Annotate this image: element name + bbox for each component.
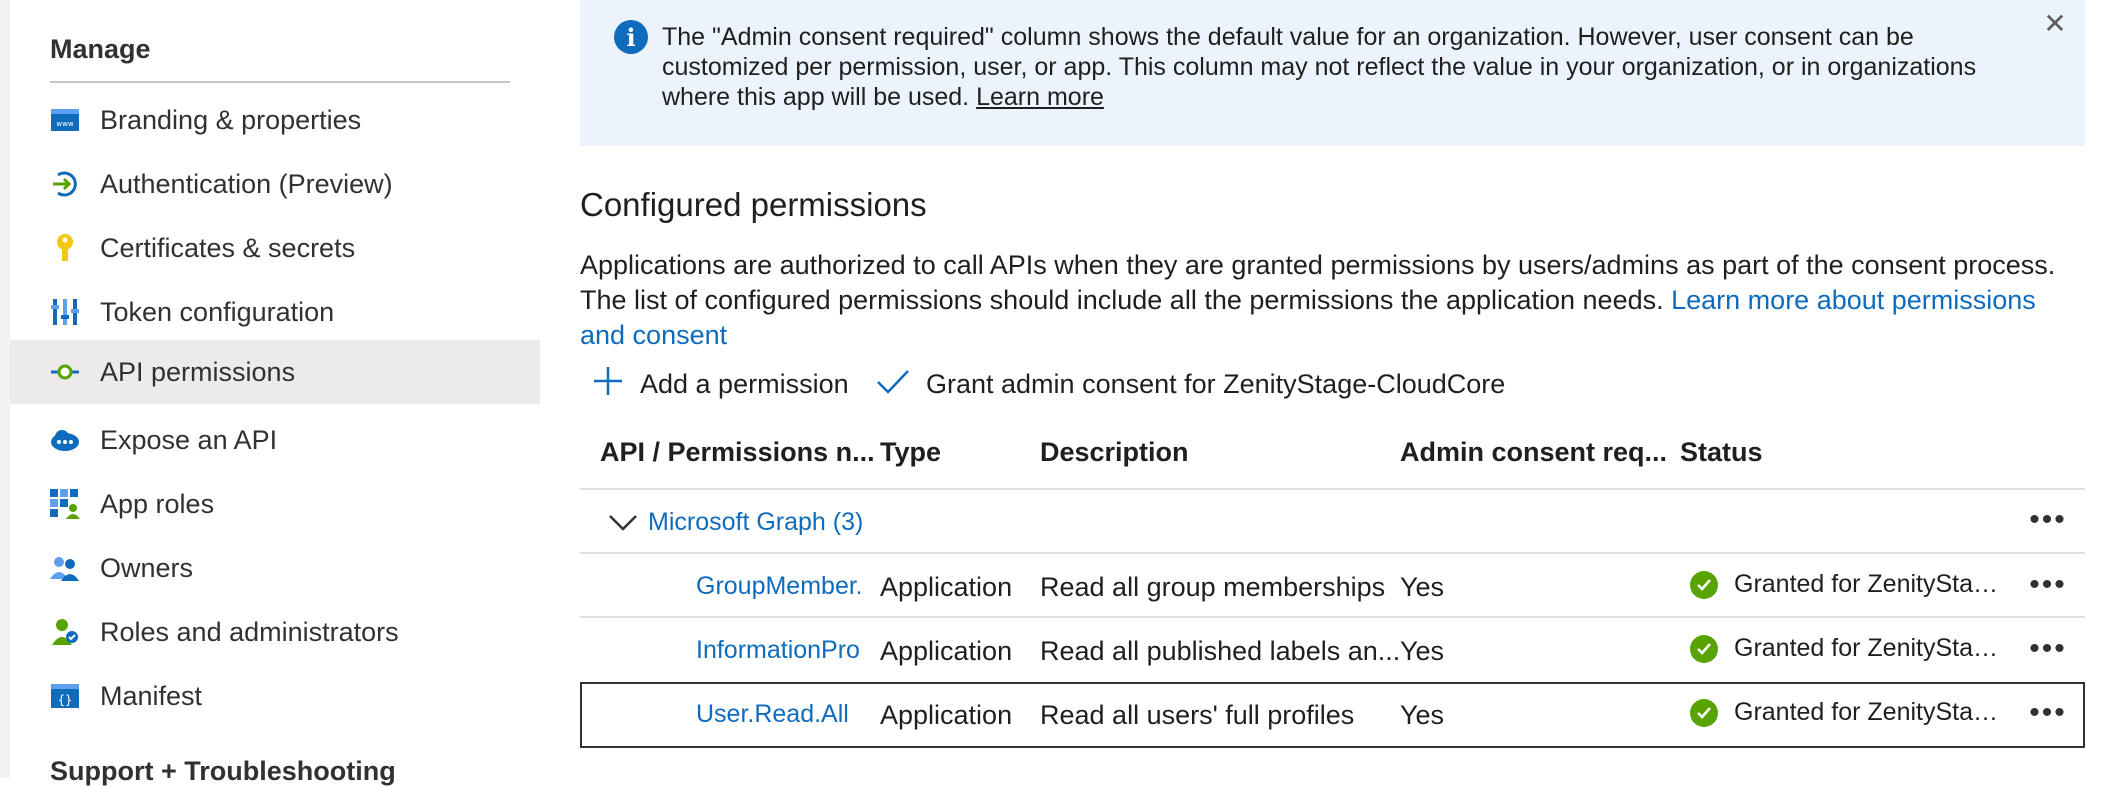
sidebar-item-label: Roles and administrators: [100, 616, 399, 647]
page-title: Configured permissions: [580, 186, 927, 223]
permission-type: Application: [880, 700, 1013, 730]
sidebar-item-owners[interactable]: Owners: [10, 536, 540, 600]
permission-name-link[interactable]: GroupMember.Read.All: [696, 572, 860, 601]
more-options-icon[interactable]: •••: [2028, 632, 2068, 665]
column-header-status[interactable]: Status: [1680, 437, 1763, 468]
admin-consent-value: Yes: [1400, 572, 1445, 602]
sidebar-item-label: Manifest: [100, 680, 203, 711]
owners-icon: [50, 553, 80, 583]
sidebar-item-label: Token configuration: [100, 296, 335, 327]
permission-type: Application: [880, 572, 1013, 602]
permission-name-link[interactable]: InformationProtectionPolicy.Read.All: [696, 636, 860, 665]
sidebar-item-manifest[interactable]: {} Manifest: [10, 664, 540, 728]
more-options-icon[interactable]: •••: [2028, 696, 2068, 729]
column-header-description[interactable]: Description: [1040, 437, 1189, 468]
branding-icon: www: [50, 105, 80, 135]
sidebar-item-branding[interactable]: www Branding & properties: [10, 88, 540, 152]
banner-message: The "Admin consent required" column show…: [662, 22, 2002, 112]
chevron-down-icon[interactable]: [608, 510, 638, 534]
add-permission-button[interactable]: Add a permission: [592, 362, 849, 406]
sidebar-item-label: Authentication (Preview): [100, 168, 393, 199]
api-permissions-icon: [50, 357, 80, 387]
sidebar-item-api-permissions[interactable]: API permissions: [10, 340, 540, 404]
column-header-admin-consent[interactable]: Admin consent req...: [1400, 437, 1667, 468]
info-icon: i: [614, 20, 648, 54]
more-options-icon[interactable]: •••: [2028, 568, 2068, 601]
support-section-title: Support + Troubleshooting: [50, 756, 396, 786]
manage-section-title: Manage: [50, 34, 151, 64]
configured-description: Applications are authorized to call APIs…: [580, 248, 2085, 353]
divider: [580, 488, 2085, 490]
sidebar-item-label: Owners: [100, 552, 194, 583]
key-icon: [50, 233, 80, 263]
checkmark-icon: [876, 366, 910, 402]
divider: [50, 81, 510, 83]
sidebar-item-token-configuration[interactable]: Token configuration: [10, 280, 540, 344]
group-microsoft-graph[interactable]: Microsoft Graph (3): [648, 508, 863, 537]
sidebar-item-label: App roles: [100, 488, 215, 519]
column-header-type[interactable]: Type: [880, 437, 941, 468]
admin-consent-value: Yes: [1400, 700, 1445, 730]
grant-admin-consent-label: Grant admin consent for ZenityStage-Clou…: [926, 368, 1506, 399]
permission-description: Read all users' full profiles: [1040, 700, 1355, 730]
sidebar-item-expose-api[interactable]: Expose an API: [10, 408, 540, 472]
sidebar-item-label: Expose an API: [100, 424, 278, 455]
divider: [580, 552, 2085, 554]
cloud-icon: [50, 425, 80, 455]
status-text: Granted for ZenityStage-CloudCore: [1734, 698, 2004, 726]
banner-text: The "Admin consent required" column show…: [662, 23, 1977, 111]
sidebar: Manage www Branding & properties Authent…: [0, 0, 540, 786]
sidebar-item-label: Branding & properties: [100, 104, 362, 135]
app-roles-icon: [50, 489, 80, 519]
svg-text:{}: {}: [58, 693, 72, 707]
checkmark-circle-icon: [1690, 635, 1718, 663]
column-header-api[interactable]: API / Permissions n...: [600, 437, 875, 468]
main-content: i The "Admin consent required" column sh…: [580, 0, 2124, 778]
sidebar-item-certificates[interactable]: Certificates & secrets: [10, 216, 540, 280]
permission-name-link[interactable]: User.Read.All: [696, 700, 860, 729]
manifest-icon: {}: [50, 681, 80, 711]
authentication-icon: [50, 169, 80, 199]
checkmark-circle-icon: [1690, 699, 1718, 727]
add-permission-label: Add a permission: [640, 368, 849, 399]
sidebar-item-label: Certificates & secrets: [100, 232, 356, 263]
status-text: Granted for ZenityStage-CloudCore: [1734, 570, 2004, 598]
sidebar-item-app-roles[interactable]: App roles: [10, 472, 540, 536]
more-options-icon[interactable]: •••: [2028, 503, 2068, 536]
status-text: Granted for ZenityStage-CloudCore: [1734, 634, 2004, 662]
checkmark-circle-icon: [1690, 571, 1718, 599]
close-icon[interactable]: ✕: [2040, 8, 2070, 39]
plus-icon: [592, 365, 624, 403]
divider: [580, 616, 2085, 618]
sidebar-item-roles-administrators[interactable]: Roles and administrators: [10, 600, 540, 664]
permission-description: Read all published labels an...: [1040, 636, 1401, 666]
sidebar-item-authentication[interactable]: Authentication (Preview): [10, 152, 540, 216]
learn-more-link[interactable]: Learn more: [976, 83, 1104, 111]
permission-type: Application: [880, 636, 1013, 666]
sidebar-item-label: API permissions: [100, 356, 296, 387]
token-icon: [50, 297, 80, 327]
admin-consent-value: Yes: [1400, 636, 1445, 666]
info-banner: i The "Admin consent required" column sh…: [580, 0, 2085, 146]
roles-admins-icon: [50, 617, 80, 647]
grant-admin-consent-button[interactable]: Grant admin consent for ZenityStage-Clou…: [876, 362, 1505, 406]
permission-description: Read all group memberships: [1040, 572, 1386, 602]
svg-text:www: www: [56, 120, 73, 128]
